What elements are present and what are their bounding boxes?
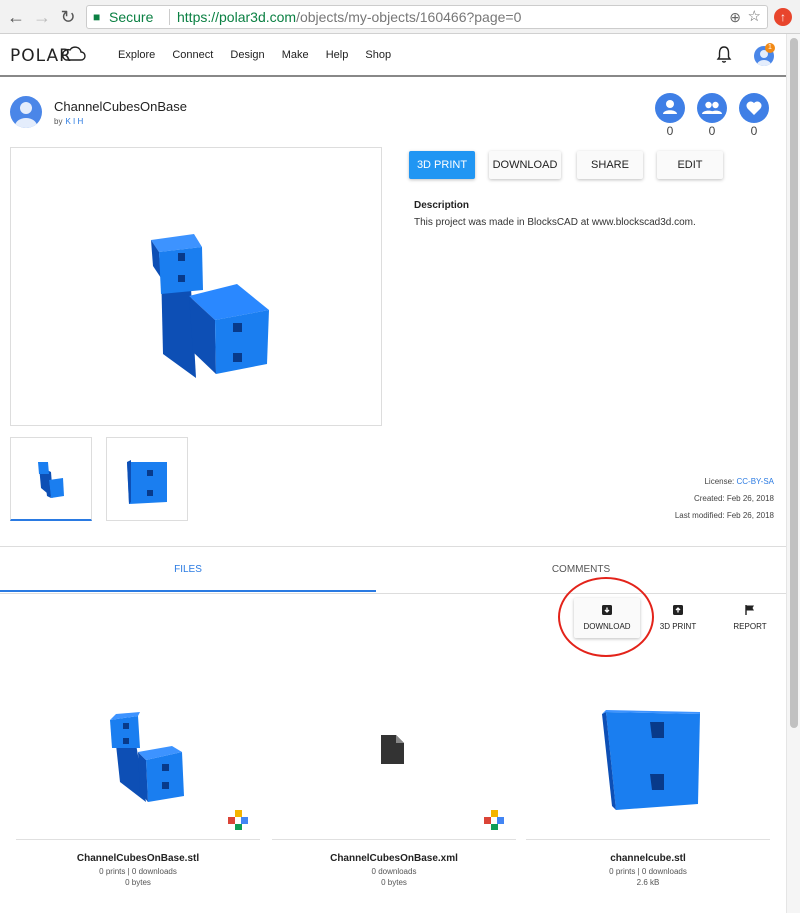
thumbnail-render: [38, 462, 64, 498]
description-heading: Description: [414, 200, 470, 211]
files-3d-print-button[interactable]: 3D PRINT: [650, 598, 706, 631]
followers-stat[interactable]: 0: [655, 93, 685, 138]
menu-explore[interactable]: Explore: [118, 49, 155, 61]
flag-icon: [745, 605, 754, 615]
file-card-divider: [272, 839, 516, 840]
author-link[interactable]: K I H: [65, 117, 83, 126]
file-name[interactable]: channelcube.stl: [526, 853, 770, 864]
file-card-2[interactable]: ChannelCubesOnBase.xml 0 downloads 0 byt…: [272, 690, 516, 890]
followers-count: 0: [666, 124, 674, 138]
object-title: ChannelCubesOnBase: [54, 99, 187, 114]
extension-icon[interactable]: ↑: [774, 8, 792, 26]
file-size: 0 bytes: [125, 878, 151, 887]
site-header: POLAR Explore Connect Design Make Help S…: [0, 34, 786, 77]
address-separator: [169, 9, 170, 25]
reload-icon[interactable]: ↻: [58, 7, 78, 27]
bell-icon[interactable]: [716, 46, 732, 64]
highlight-circle: [558, 577, 654, 657]
file-stats: 0 downloads: [371, 867, 417, 876]
file-card-divider: [16, 839, 260, 840]
file-card-3[interactable]: channelcube.stl 0 prints | 0 downloads 2…: [526, 690, 770, 890]
by-label: by: [54, 117, 63, 126]
file-stats: 0 prints | 0 downloads: [99, 867, 177, 876]
license-link[interactable]: CC-BY-SA: [737, 477, 775, 486]
blockscad-badge-icon: [228, 810, 248, 830]
file-card-divider: [526, 839, 770, 840]
created-date: Created: Feb 26, 2018: [693, 494, 774, 503]
url-host: https://polar3d.com: [177, 9, 297, 25]
file-name[interactable]: ChannelCubesOnBase.xml: [272, 853, 516, 864]
zoom-icon[interactable]: ⊕: [729, 6, 741, 28]
groups-count: 0: [708, 124, 716, 138]
likes-count: 0: [750, 124, 758, 138]
license-line: License: CC-BY-SA: [574, 477, 774, 486]
share-button[interactable]: SHARE: [577, 151, 643, 179]
scrollbar-thumb[interactable]: [790, 38, 798, 728]
menu-make[interactable]: Make: [282, 49, 309, 61]
printer-icon: [673, 605, 683, 615]
address-bar[interactable]: ■ Secure https://polar3d.com/objects/my-…: [86, 5, 768, 29]
file-size: 0 bytes: [381, 878, 407, 887]
file-preview-1: [110, 712, 184, 802]
license-label: License:: [704, 477, 735, 486]
browser-toolbar: ← → ↻ ■ Secure https://polar3d.com/objec…: [0, 0, 800, 34]
lock-icon: ■: [93, 10, 101, 24]
file-preview-3: [602, 710, 700, 810]
main-menu: Explore Connect Design Make Help Shop: [118, 49, 405, 61]
person-icon: [655, 93, 685, 123]
blockscad-badge-icon: [484, 810, 504, 830]
tab-files[interactable]: FILES: [0, 556, 376, 592]
thumbnail-1[interactable]: [10, 437, 92, 521]
model-render: [151, 234, 269, 378]
menu-connect[interactable]: Connect: [172, 49, 213, 61]
menu-help[interactable]: Help: [326, 49, 349, 61]
group-icon: [697, 93, 727, 123]
file-size: 2.6 kB: [636, 878, 660, 887]
file-stats: 0 prints | 0 downloads: [609, 867, 687, 876]
groups-stat[interactable]: 0: [697, 93, 727, 138]
url-path: /objects/my-objects/160466?page=0: [296, 9, 522, 25]
owner-avatar[interactable]: [10, 96, 42, 128]
model-viewer[interactable]: [10, 147, 382, 426]
tabs-underline: [0, 593, 786, 594]
menu-design[interactable]: Design: [230, 49, 264, 61]
edit-button[interactable]: EDIT: [657, 151, 723, 179]
modified-date: Last modified: Feb 26, 2018: [674, 511, 774, 520]
file-name[interactable]: ChannelCubesOnBase.stl: [16, 853, 260, 864]
cloud-logo-icon: [61, 46, 86, 61]
files-report-label: REPORT: [733, 622, 767, 631]
menu-shop[interactable]: Shop: [365, 49, 391, 61]
back-icon[interactable]: ←: [6, 7, 26, 27]
description-text: This project was made in BlocksCAD at ww…: [414, 217, 696, 228]
secure-label: Secure: [109, 9, 154, 25]
page-scrollbar[interactable]: [786, 34, 800, 913]
files-report-button[interactable]: REPORT: [724, 598, 776, 631]
bookmark-star-icon[interactable]: ☆: [748, 6, 761, 28]
thumbnail-render: [127, 460, 167, 504]
generic-file-icon: [381, 735, 404, 764]
section-divider: [0, 546, 786, 547]
files-3d-print-label: 3D PRINT: [659, 622, 697, 631]
url-text: https://polar3d.com/objects/my-objects/1…: [177, 6, 521, 28]
file-card-1[interactable]: ChannelCubesOnBase.stl 0 prints | 0 down…: [16, 690, 260, 890]
object-byline: by K I H: [54, 117, 83, 126]
likes-stat[interactable]: 0: [739, 93, 769, 138]
heart-icon: [739, 93, 769, 123]
forward-icon[interactable]: →: [32, 7, 52, 27]
notification-badge: 1: [765, 43, 775, 53]
download-button[interactable]: DOWNLOAD: [489, 151, 561, 179]
thumbnail-2[interactable]: [106, 437, 188, 521]
3d-print-button[interactable]: 3D PRINT: [409, 151, 475, 179]
